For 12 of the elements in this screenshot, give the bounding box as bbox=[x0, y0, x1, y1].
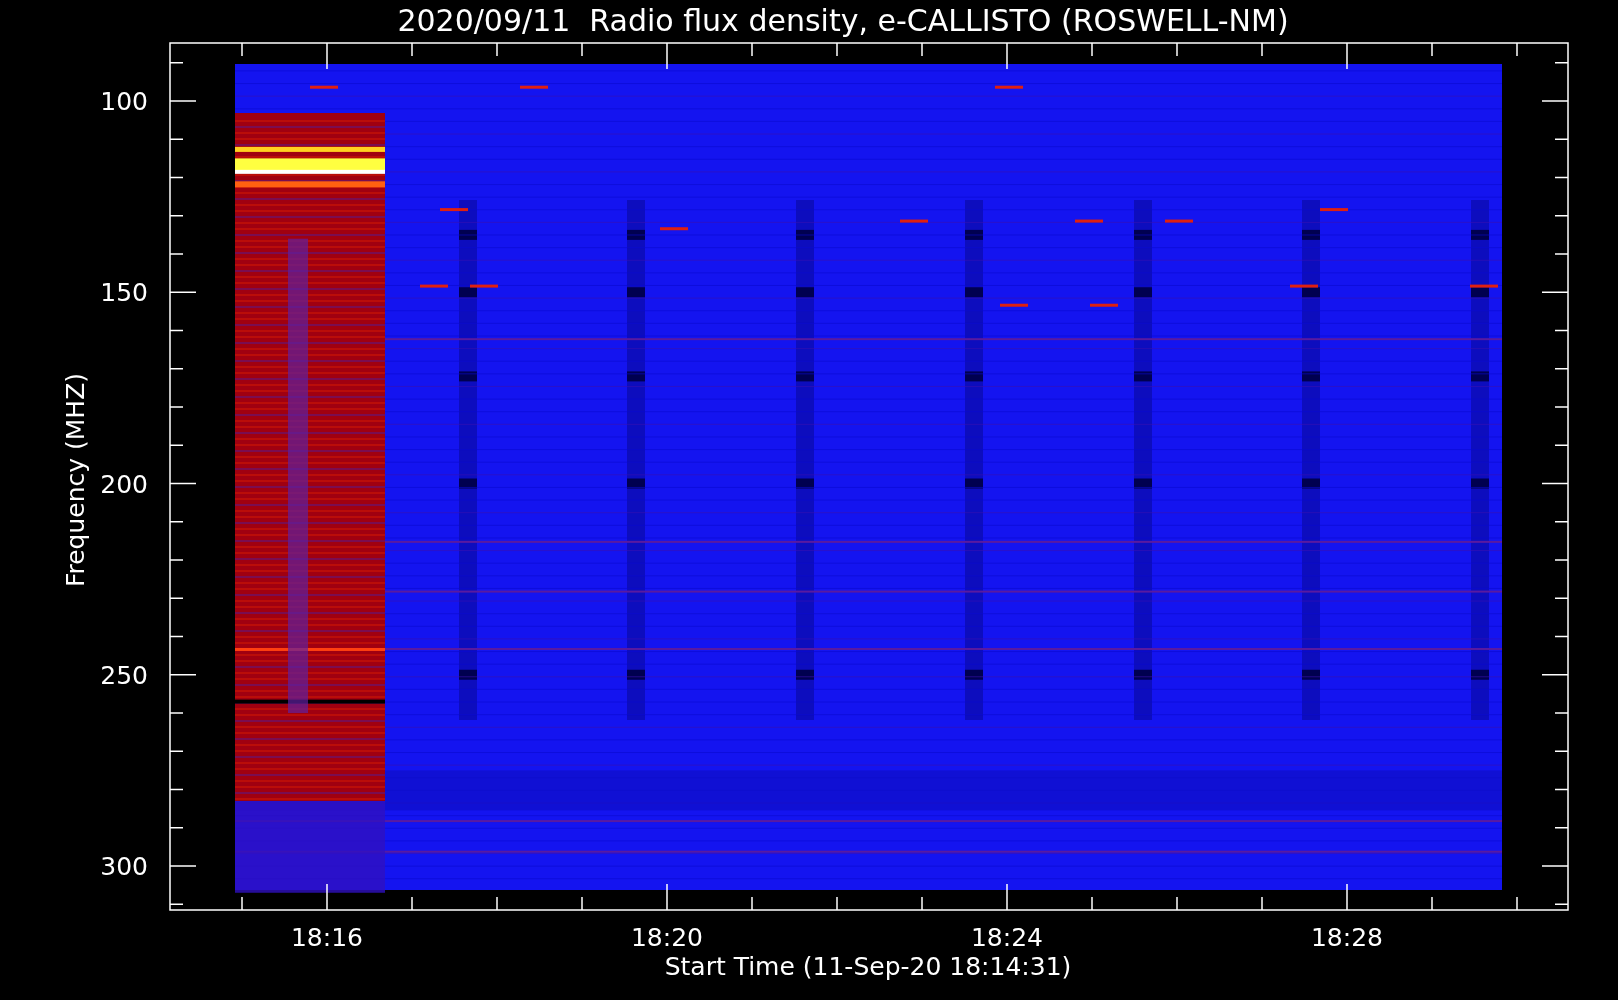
y-tick-label: 200 bbox=[100, 469, 148, 499]
y-tick-label: 250 bbox=[100, 660, 148, 690]
y-tick-label: 150 bbox=[100, 278, 148, 308]
x-tick-label: 18:20 bbox=[631, 923, 703, 952]
x-tick-label: 18:28 bbox=[1311, 923, 1383, 952]
chart-title: 2020/09/11 Radio flux density, e-CALLISTO (ROSWELL-NM) bbox=[397, 3, 1289, 38]
y-axis-title: Frequency (MHZ) bbox=[61, 372, 90, 588]
x-tick-label: 18:24 bbox=[971, 923, 1043, 952]
y-tick-label: 300 bbox=[100, 852, 148, 881]
y-tick-label: 100 bbox=[100, 87, 148, 116]
x-tick-label: 18:16 bbox=[291, 923, 363, 952]
x-axis-title: Start Time (11-Sep-20 18:14:31) bbox=[664, 952, 1072, 981]
